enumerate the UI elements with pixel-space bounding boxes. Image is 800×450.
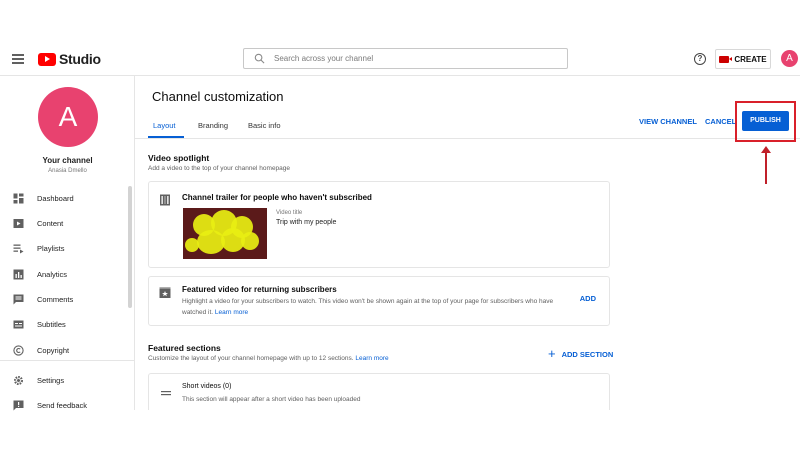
video-title-value: Trip with my people — [276, 219, 337, 226]
feedback-icon — [13, 400, 24, 411]
comments-icon — [13, 294, 24, 305]
short-videos-text: This section will appear after a short v… — [182, 396, 361, 403]
tab-layout[interactable]: Layout — [153, 121, 176, 130]
sidebar-item-label: Content — [37, 218, 64, 228]
sidebar-scrollbar[interactable] — [128, 186, 132, 308]
featured-sections-title: Featured sections — [148, 343, 221, 353]
trailer-card-title: Channel trailer for people who haven't s… — [182, 193, 372, 202]
studio-page: Studio Search across your channel ? CREA… — [0, 0, 800, 450]
featured-card-title: Featured video for returning subscribers — [182, 285, 337, 294]
featured-sections-subtitle: Customize the layout of your channel hom… — [148, 355, 389, 362]
short-videos-card: Short videos (0) This section will appea… — [148, 373, 610, 410]
sidebar-item-label: Comments — [37, 294, 74, 304]
dashboard-icon — [13, 193, 24, 204]
video-spotlight-title: Video spotlight — [148, 153, 210, 163]
channel-trailer-card: Channel trailer for people who haven't s… — [148, 181, 610, 268]
featured-video-card: Featured video for returning subscribers… — [148, 276, 610, 326]
copyright-icon — [13, 344, 24, 356]
sidebar-item-analytics[interactable]: Analytics — [13, 268, 67, 280]
sidebar-item-playlists[interactable]: Playlists — [13, 242, 65, 254]
featured-card-text-line2: watched it. — [182, 309, 214, 316]
video-spotlight-subtitle: Add a video to the top of your channel h… — [148, 165, 291, 172]
featured-card-text-line1: Highlight a video for your subscribers t… — [182, 298, 554, 305]
short-videos-title: Short videos (0) — [182, 383, 232, 390]
create-button[interactable]: CREATE — [715, 49, 771, 69]
film-icon — [158, 193, 172, 207]
featured-sections-subtitle-text: Customize the layout of your channel hom… — [148, 355, 354, 362]
content-icon — [13, 218, 24, 229]
sidebar-item-content[interactable]: Content — [13, 217, 63, 229]
featured-video-icon — [158, 286, 172, 300]
logo-text: Studio — [59, 51, 101, 67]
sidebar-item-settings[interactable]: Settings — [13, 374, 64, 386]
annotation-arrow-line — [765, 151, 767, 184]
top-bar: Studio Search across your channel ? CREA… — [0, 41, 800, 76]
sidebar-item-label: Dashboard — [37, 193, 74, 203]
tabs-divider — [135, 138, 800, 139]
search-input[interactable]: Search across your channel — [243, 48, 568, 69]
channel-name: Anasia Dmello — [48, 168, 87, 174]
learn-more-link[interactable]: Learn more — [355, 355, 388, 362]
sidebar-item-comments[interactable]: Comments — [13, 293, 73, 305]
add-section-button[interactable]: + ADD SECTION — [548, 346, 614, 361]
search-placeholder: Search across your channel — [274, 54, 374, 63]
help-icon[interactable]: ? — [694, 53, 706, 65]
sidebar-item-label: Analytics — [37, 269, 68, 279]
drag-handle-icon[interactable] — [159, 386, 173, 400]
page-title: Channel customization — [152, 89, 284, 104]
sidebar-item-subtitles[interactable]: Subtitles — [13, 318, 66, 330]
create-label: CREATE — [734, 54, 767, 64]
sidebar-item-label: Playlists — [37, 243, 65, 253]
sidebar-item-label: Copyright — [37, 345, 70, 355]
sidebar-item-label: Settings — [37, 375, 65, 385]
sidebar-item-label: Send feedback — [37, 400, 88, 410]
add-featured-video-button[interactable]: ADD — [580, 294, 596, 303]
featured-card-description: Highlight a video for your subscribers t… — [182, 296, 582, 318]
studio-logo[interactable]: Studio — [38, 51, 101, 67]
settings-icon — [13, 375, 24, 386]
sidebar: A Your channel Anasia Dmello Dashboard C… — [0, 76, 135, 410]
sidebar-item-label: Subtitles — [37, 319, 66, 329]
analytics-icon — [13, 269, 24, 280]
video-camera-icon — [719, 55, 733, 63]
sidebar-item-copyright[interactable]: Copyright — [13, 344, 69, 356]
tab-basic-info[interactable]: Basic info — [248, 121, 281, 130]
add-section-label: ADD SECTION — [561, 349, 614, 359]
video-title-label: Video title — [276, 210, 303, 216]
annotation-highlight-box — [735, 101, 796, 142]
your-channel-label: Your channel — [42, 156, 93, 165]
search-icon — [254, 53, 265, 64]
account-avatar[interactable]: A — [781, 50, 798, 67]
tab-branding[interactable]: Branding — [198, 121, 228, 130]
channel-avatar[interactable]: A — [38, 87, 98, 147]
playlists-icon — [13, 243, 24, 254]
view-channel-button[interactable]: VIEW CHANNEL — [639, 117, 697, 126]
menu-icon[interactable] — [12, 54, 24, 64]
sidebar-item-send-feedback[interactable]: Send feedback — [13, 399, 87, 411]
subtitles-icon — [13, 319, 24, 330]
cancel-button[interactable]: CANCEL — [705, 117, 736, 126]
sidebar-divider — [0, 360, 134, 361]
sidebar-item-dashboard[interactable]: Dashboard — [13, 192, 74, 204]
youtube-logo-icon — [38, 52, 56, 66]
learn-more-link[interactable]: Learn more — [215, 309, 248, 316]
plus-icon: + — [548, 346, 556, 361]
trailer-video-thumbnail[interactable] — [183, 208, 267, 259]
